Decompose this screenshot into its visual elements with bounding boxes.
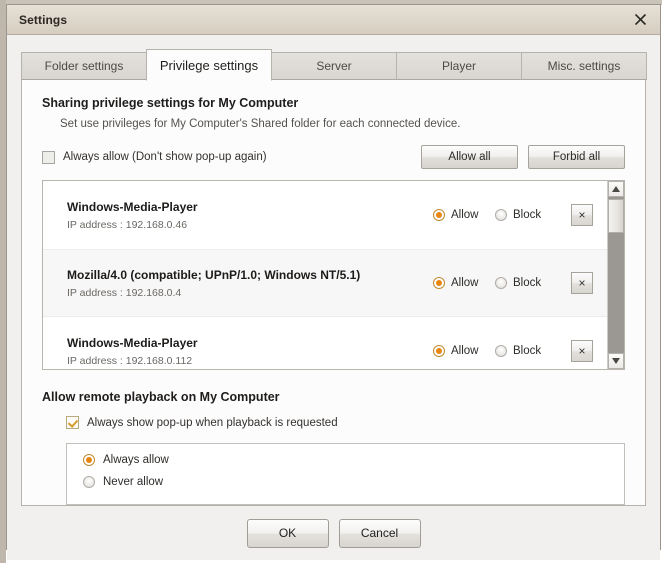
- device-name: Windows-Media-Player: [67, 335, 198, 350]
- device-list: Windows-Media-Player IP address : 192.16…: [42, 180, 625, 370]
- sharing-section-subtitle: Set use privileges for My Computer's Sha…: [60, 118, 461, 130]
- close-icon[interactable]: [631, 10, 650, 29]
- device-block-option[interactable]: Block: [495, 277, 557, 289]
- ok-button[interactable]: OK: [246, 518, 329, 548]
- device-controls: Allow Block ×: [433, 340, 593, 362]
- block-radio[interactable]: [495, 277, 507, 289]
- remote-playback-options: Always allow Never allow: [66, 443, 625, 505]
- table-row[interactable]: Windows-Media-Player IP address : 192.16…: [43, 317, 607, 369]
- allow-radio-label: Allow: [451, 277, 479, 289]
- tab-server[interactable]: Server: [271, 52, 397, 80]
- device-list-scrollbar[interactable]: [607, 181, 624, 369]
- sharing-section-title: Sharing privilege settings for My Comput…: [42, 96, 299, 110]
- always-allow-row: Always allow (Don't show pop-up again) A…: [42, 145, 625, 169]
- device-allow-option[interactable]: Allow: [433, 277, 495, 289]
- device-controls: Allow Block ×: [433, 204, 593, 226]
- device-info: Windows-Media-Player IP address : 192.16…: [67, 200, 433, 231]
- device-info: Windows-Media-Player IP address : 192.16…: [67, 336, 433, 367]
- desktop-strip-right: [662, 0, 667, 563]
- device-block-option[interactable]: Block: [495, 345, 557, 357]
- never-allow-radio[interactable]: [83, 476, 95, 488]
- allow-radio[interactable]: [433, 345, 445, 357]
- remote-popup-label: Always show pop-up when playback is requ…: [87, 416, 338, 429]
- device-name: Windows-Media-Player: [67, 199, 198, 214]
- allow-radio[interactable]: [433, 209, 445, 221]
- scroll-up-arrow-icon[interactable]: [608, 181, 624, 197]
- bulk-permission-buttons: Allow all Forbid all: [421, 145, 625, 169]
- always-allow-radio-label: Always allow: [103, 454, 169, 466]
- remove-device-button[interactable]: ×: [571, 204, 593, 226]
- always-allow-label: Always allow (Don't show pop-up again): [63, 151, 267, 163]
- tab-player[interactable]: Player: [396, 52, 522, 80]
- remove-device-button[interactable]: ×: [571, 340, 593, 362]
- device-block-option[interactable]: Block: [495, 209, 557, 221]
- device-name: Mozilla/4.0 (compatible; UPnP/1.0; Windo…: [67, 267, 361, 282]
- block-radio[interactable]: [495, 209, 507, 221]
- remove-device-button[interactable]: ×: [571, 272, 593, 294]
- dialog-footer: OK Cancel: [21, 506, 646, 560]
- remote-playback-title: Allow remote playback on My Computer: [42, 390, 280, 404]
- device-ip-address: IP address : 192.168.0.4: [67, 286, 182, 299]
- device-controls: Allow Block ×: [433, 272, 593, 294]
- block-radio-label: Block: [513, 209, 542, 221]
- remote-popup-checkbox[interactable]: [66, 416, 79, 429]
- table-row[interactable]: Mozilla/4.0 (compatible; UPnP/1.0; Windo…: [43, 249, 607, 317]
- table-row[interactable]: Windows-Media-Player IP address : 192.16…: [43, 181, 607, 249]
- settings-dialog: Settings Folder settings Privilege setti…: [6, 4, 661, 560]
- device-allow-option[interactable]: Allow: [433, 209, 495, 221]
- tab-privilege-settings[interactable]: Privilege settings: [146, 49, 272, 81]
- block-radio-label: Block: [513, 345, 542, 357]
- window-body: Folder settings Privilege settings Serve…: [7, 35, 660, 560]
- window-title: Settings: [19, 12, 68, 27]
- forbid-all-button[interactable]: Forbid all: [528, 145, 625, 169]
- block-radio[interactable]: [495, 345, 507, 357]
- allow-radio-label: Allow: [451, 345, 479, 357]
- allow-radio-label: Allow: [451, 209, 479, 221]
- allow-radio[interactable]: [433, 277, 445, 289]
- tab-strip: Folder settings Privilege settings Serve…: [21, 49, 647, 81]
- remote-option-always-allow[interactable]: Always allow: [83, 454, 169, 466]
- scrollbar-thumb[interactable]: [608, 199, 624, 233]
- title-bar: Settings: [7, 5, 660, 35]
- device-ip-address: IP address : 192.168.0.112: [67, 354, 193, 367]
- always-allow-checkbox[interactable]: [42, 150, 55, 164]
- cancel-button[interactable]: Cancel: [338, 518, 421, 548]
- privilege-settings-panel: Sharing privilege settings for My Comput…: [21, 79, 646, 506]
- device-list-rows: Windows-Media-Player IP address : 192.16…: [43, 181, 607, 369]
- remote-option-never-allow[interactable]: Never allow: [83, 476, 163, 488]
- remote-popup-row: Always show pop-up when playback is requ…: [66, 416, 625, 429]
- device-ip-address: IP address : 192.168.0.46: [67, 218, 188, 231]
- scrollbar-track[interactable]: [608, 197, 624, 353]
- tab-folder-settings[interactable]: Folder settings: [21, 52, 147, 80]
- device-info: Mozilla/4.0 (compatible; UPnP/1.0; Windo…: [67, 268, 433, 299]
- scroll-down-arrow-icon[interactable]: [608, 353, 624, 369]
- never-allow-radio-label: Never allow: [103, 476, 164, 488]
- device-allow-option[interactable]: Allow: [433, 345, 495, 357]
- block-radio-label: Block: [513, 277, 542, 289]
- tab-misc-settings[interactable]: Misc. settings: [521, 52, 647, 80]
- allow-all-button[interactable]: Allow all: [421, 145, 518, 169]
- always-allow-radio[interactable]: [83, 454, 95, 466]
